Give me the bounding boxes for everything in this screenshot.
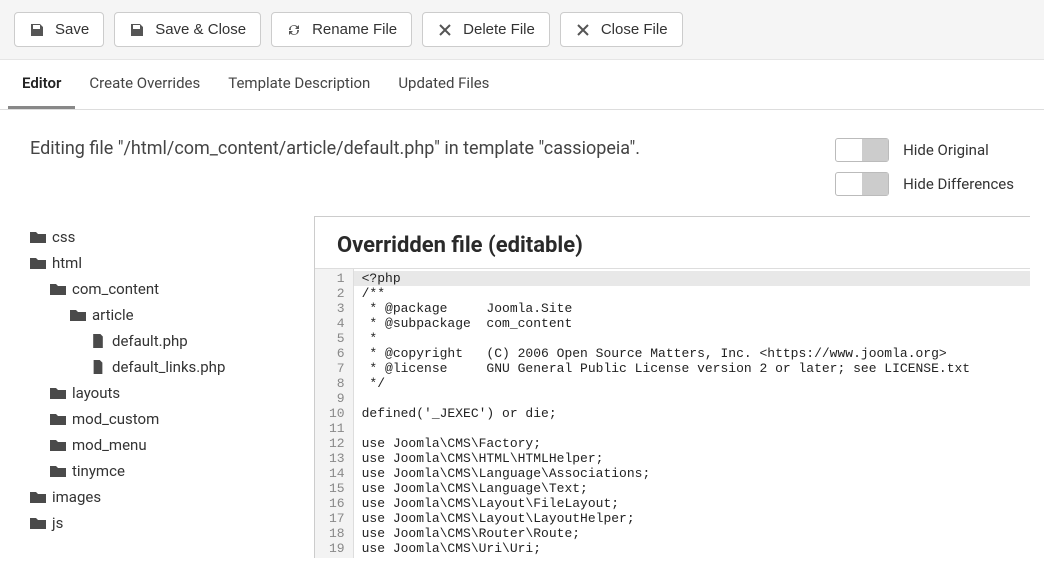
- refresh-icon: [286, 22, 302, 38]
- save-close-button[interactable]: Save & Close: [114, 12, 261, 47]
- tree-folder-tinymce[interactable]: tinymce: [50, 458, 300, 484]
- file-icon: [90, 360, 106, 374]
- tree-folder-js[interactable]: js: [30, 510, 300, 536]
- editor-title: Overridden file (editable): [315, 217, 1030, 268]
- editing-file-text: Editing file "/html/com_content/article/…: [30, 138, 640, 159]
- folder-icon: [30, 516, 46, 530]
- tabs: Editor Create Overrides Template Descrip…: [0, 60, 1044, 110]
- toggle-hide-original-label: Hide Original: [903, 141, 989, 159]
- folder-icon: [70, 308, 86, 322]
- tab-template-description[interactable]: Template Description: [214, 60, 384, 109]
- folder-icon: [50, 438, 66, 452]
- close-file-button[interactable]: Close File: [560, 12, 683, 47]
- delete-label: Delete File: [463, 21, 535, 38]
- tree-folder-mod-custom[interactable]: mod_custom: [50, 406, 300, 432]
- save-label: Save: [55, 21, 89, 38]
- toggle-hide-differences-label: Hide Differences: [903, 175, 1014, 193]
- tree-folder-html[interactable]: html: [30, 250, 300, 276]
- folder-icon: [50, 282, 66, 296]
- tree-file-default-links-php[interactable]: default_links.php: [90, 354, 300, 380]
- line-gutter: 12345678910111213141516171819: [315, 269, 354, 558]
- folder-icon: [30, 490, 46, 504]
- tree-folder-mod-menu[interactable]: mod_menu: [50, 432, 300, 458]
- close-icon: [437, 22, 453, 38]
- folder-icon: [30, 256, 46, 270]
- code-editor[interactable]: 12345678910111213141516171819 <?php/** *…: [315, 268, 1030, 558]
- rename-button[interactable]: Rename File: [271, 12, 412, 47]
- tree-folder-css[interactable]: css: [30, 224, 300, 250]
- file-tree: css html com_content article default.php…: [30, 216, 300, 558]
- toggles: Hide Original Hide Differences: [835, 138, 1014, 196]
- folder-icon: [30, 230, 46, 244]
- rename-label: Rename File: [312, 21, 397, 38]
- tree-file-default-php[interactable]: default.php: [90, 328, 300, 354]
- main: css html com_content article default.php…: [0, 216, 1044, 558]
- save-close-label: Save & Close: [155, 21, 246, 38]
- tree-folder-images[interactable]: images: [30, 484, 300, 510]
- editor-panel: Overridden file (editable) 1234567891011…: [314, 216, 1030, 558]
- folder-icon: [50, 412, 66, 426]
- tree-folder-layouts[interactable]: layouts: [50, 380, 300, 406]
- toggle-hide-original[interactable]: [835, 138, 889, 162]
- file-icon: [90, 334, 106, 348]
- toggle-hide-differences[interactable]: [835, 172, 889, 196]
- tab-create-overrides[interactable]: Create Overrides: [75, 60, 214, 109]
- delete-button[interactable]: Delete File: [422, 12, 550, 47]
- tab-editor[interactable]: Editor: [8, 60, 75, 109]
- tree-folder-com-content[interactable]: com_content: [50, 276, 300, 302]
- close-file-label: Close File: [601, 21, 668, 38]
- close-icon: [575, 22, 591, 38]
- tab-updated-files[interactable]: Updated Files: [384, 60, 503, 109]
- folder-icon: [50, 386, 66, 400]
- save-icon: [129, 22, 145, 38]
- code-lines[interactable]: <?php/** * @package Joomla.Site * @subpa…: [354, 269, 1030, 558]
- header-row: Editing file "/html/com_content/article/…: [0, 110, 1044, 216]
- save-icon: [29, 22, 45, 38]
- save-button[interactable]: Save: [14, 12, 104, 47]
- toolbar: Save Save & Close Rename File Delete Fil…: [0, 0, 1044, 60]
- tree-folder-article[interactable]: article: [70, 302, 300, 328]
- folder-icon: [50, 464, 66, 478]
